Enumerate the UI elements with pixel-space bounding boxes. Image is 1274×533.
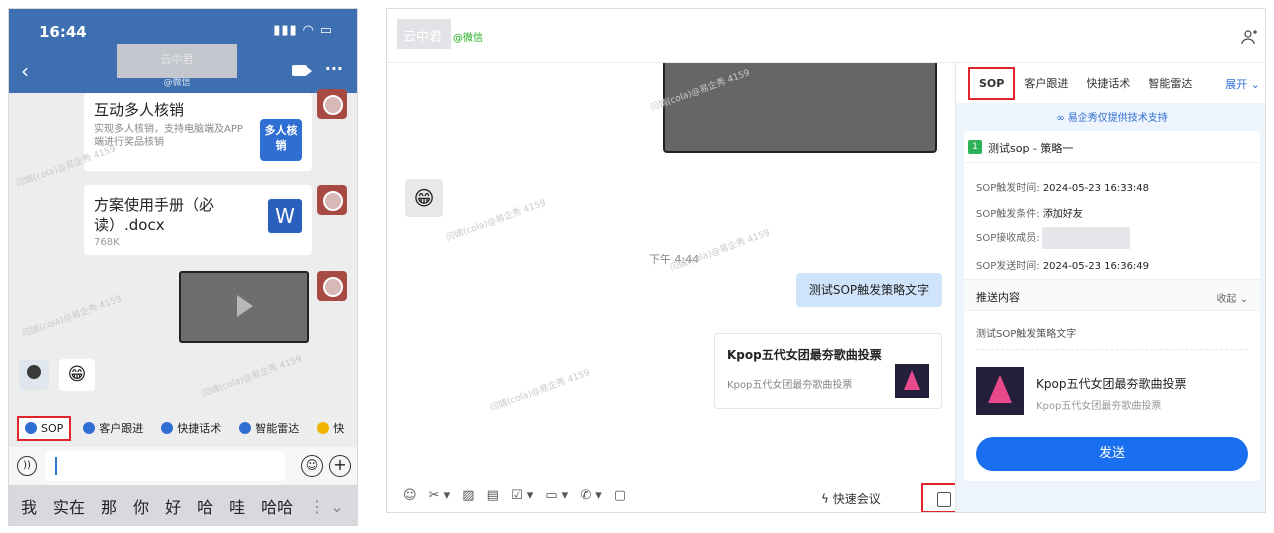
link-title: Kpop五代女团最夯歌曲投票	[727, 348, 882, 362]
plus-icon[interactable]: +	[329, 455, 351, 477]
sop-icon	[25, 422, 37, 434]
support-notice: ∞ 易企秀仅提供技术支持	[1056, 113, 1168, 124]
ime-candidate[interactable]: 哈	[197, 494, 213, 518]
follow-icon	[83, 422, 96, 434]
collapse-button[interactable]: 收起 ⌄	[1216, 290, 1248, 305]
customer-avatar[interactable]	[19, 360, 49, 390]
tab-customer-follow[interactable]: 客户跟进	[1015, 67, 1077, 99]
toolbar-more[interactable]: 快	[311, 416, 350, 440]
sop-receiver: SOP接收成员:	[976, 227, 1130, 249]
video-message[interactable]	[663, 63, 937, 153]
divider	[976, 349, 1248, 350]
word-file-icon: W	[268, 199, 302, 233]
watermark: 闫婧(cola)@易企秀 4159	[200, 354, 304, 400]
link-card-message[interactable]: Kpop五代女团最夯歌曲投票 Kpop五代女团最夯歌曲投票	[714, 333, 942, 409]
chat-area: 😁 下午 4:44 测试SOP触发策略文字 Kpop五代女团最夯歌曲投票 Kpo…	[387, 63, 969, 512]
back-icon[interactable]: ‹	[21, 59, 29, 83]
ime-candidate[interactable]: 好	[165, 494, 181, 518]
sop-trigger-condition: SOP触发条件: 添加好友	[976, 209, 1083, 220]
sop-panel: SOP 客户跟进 快捷话术 智能雷达 展开 ⌄ ∞ 易企秀仅提供技术支持 1 测…	[955, 63, 1265, 512]
ime-candidate[interactable]: 哈哈	[261, 494, 293, 518]
receiver-blurred	[1041, 227, 1130, 249]
push-thumbnail	[976, 367, 1024, 415]
push-link-title: Kpop五代女团最夯歌曲投票	[1036, 377, 1187, 391]
status-icons: ▮▮▮ ◠ ▭	[273, 23, 333, 38]
watermark: 闫婧(cola)@易企秀 4159	[488, 368, 592, 414]
push-content-header: 推送内容 收起 ⌄	[964, 279, 1260, 311]
emoji-message: 😁	[59, 359, 95, 391]
ime-candidate[interactable]: 你	[133, 494, 149, 518]
sop-card-header: 1 测试sop - 策略一	[964, 131, 1260, 163]
phone-screenshot: 16:44 ▮▮▮ ◠ ▭ ‹ 云中君 @微信 ··· 互动多人核销 实现多人核…	[8, 8, 358, 526]
add-user-icon[interactable]	[1241, 29, 1257, 45]
send-button[interactable]: 发送	[976, 437, 1248, 471]
text-message[interactable]: 测试SOP触发策略文字	[796, 273, 942, 307]
card-thumbnail: 多人核销	[260, 119, 302, 161]
emoji-icon[interactable]: ☺	[301, 455, 323, 477]
file-size: 768K	[94, 237, 120, 248]
toolbar-smart-radar[interactable]: 智能雷达	[233, 416, 305, 440]
quick-icon	[317, 422, 330, 434]
push-text: 测试SOP触发策略文字	[976, 329, 1077, 340]
emoji-message: 😁	[405, 179, 443, 217]
card-title: 互动多人核销	[94, 101, 185, 119]
ime-candidate[interactable]: 哇	[229, 494, 245, 518]
desktop-screenshot: 云中君 @微信 😁 下午 4:44 测试SOP触发策略文字 Kpop五代女团最夯…	[386, 8, 1266, 513]
phrases-icon	[161, 422, 174, 434]
sop-index: 1	[968, 140, 982, 154]
composer-tool-icons[interactable]: ☺ ✂▾ ▨ ▤ ☑▾ ▭▾ ✆▾ ▢	[403, 488, 630, 503]
video-call-icon[interactable]	[292, 65, 312, 76]
sop-name: 测试sop - 策略一	[988, 142, 1074, 155]
sender-avatar[interactable]	[317, 89, 347, 119]
sidebar-toolbar: SOP 客户跟进 快捷话术 智能雷达 快	[9, 409, 357, 447]
panel-tabs: SOP 客户跟进 快捷话术 智能雷达 展开 ⌄	[956, 63, 1265, 103]
more-icon[interactable]: ···	[325, 59, 343, 78]
card-desc: 实现多人核销，支持电脑端及APP端进行奖品核销	[94, 124, 243, 148]
contact-name-blurred: 云中君	[117, 44, 237, 78]
contact-sub: @微信	[453, 33, 483, 44]
push-link-desc: Kpop五代女团最夯歌曲投票	[1036, 401, 1162, 412]
ime-candidate[interactable]: 那	[101, 494, 117, 518]
ime-candidate[interactable]: 我	[21, 494, 37, 518]
chevron-down-icon[interactable]: ⋮ ⌄	[309, 497, 344, 516]
watermark: 闫婧(cola)@易企秀 4159	[20, 294, 124, 340]
video-message[interactable]	[179, 271, 309, 343]
chat-header: 云中君 @微信	[387, 9, 1265, 63]
toolbar-sop[interactable]: SOP	[17, 415, 72, 441]
contact-name-blurred: 云中君	[397, 19, 451, 49]
composer-toolbar: ☺ ✂▾ ▨ ▤ ☑▾ ▭▾ ✆▾ ▢ ϟ 快速会议	[387, 483, 969, 512]
status-time: 16:44	[39, 23, 87, 41]
link-desc: Kpop五代女团最夯歌曲投票	[727, 380, 853, 391]
input-bar: )) ☺ +	[9, 447, 357, 485]
expand-button[interactable]: 展开 ⌄	[1225, 76, 1260, 92]
sender-avatar[interactable]	[317, 271, 347, 301]
tab-smart-radar[interactable]: 智能雷达	[1139, 67, 1201, 99]
contact-sub: @微信	[163, 78, 191, 88]
sop-card: 1 测试sop - 策略一 SOP触发时间: 2024-05-23 16:33:…	[964, 131, 1260, 481]
tab-sop[interactable]: SOP	[968, 66, 1016, 100]
link-thumbnail	[895, 364, 929, 398]
toolbar-customer-follow[interactable]: 客户跟进	[77, 416, 149, 440]
quick-meeting-button[interactable]: ϟ 快速会议	[821, 490, 881, 507]
file-name: 方案使用手册（必读）.docx	[94, 196, 215, 234]
sop-trigger-time: SOP触发时间: 2024-05-23 16:33:48	[976, 183, 1150, 194]
message-file-card[interactable]: 方案使用手册（必读）.docx 768K W	[84, 185, 312, 255]
sop-send-time: SOP发送时间: 2024-05-23 16:36:49	[976, 261, 1150, 272]
voice-icon[interactable]: ))	[17, 456, 37, 476]
ime-candidate[interactable]: 实在	[53, 494, 85, 518]
radar-icon	[239, 422, 252, 434]
sender-avatar[interactable]	[317, 185, 347, 215]
message-card-mini-program[interactable]: 互动多人核销 实现多人核销，支持电脑端及APP端进行奖品核销 多人核销	[84, 93, 312, 171]
message-input[interactable]	[45, 451, 285, 481]
watermark: 闫婧(cola)@易企秀 4159	[668, 228, 772, 274]
phone-header: 16:44 ▮▮▮ ◠ ▭ ‹ 云中君 @微信 ···	[9, 9, 357, 93]
ime-candidates: 我 实在 那 你 好 哈 哇 哈哈 ⋮ ⌄	[9, 485, 357, 525]
tab-quick-phrases[interactable]: 快捷话术	[1077, 67, 1139, 99]
push-content-label: 推送内容	[976, 291, 1020, 304]
watermark: 闫婧(cola)@易企秀 4159	[444, 198, 548, 244]
toolbar-quick-phrases[interactable]: 快捷话术	[155, 416, 227, 440]
